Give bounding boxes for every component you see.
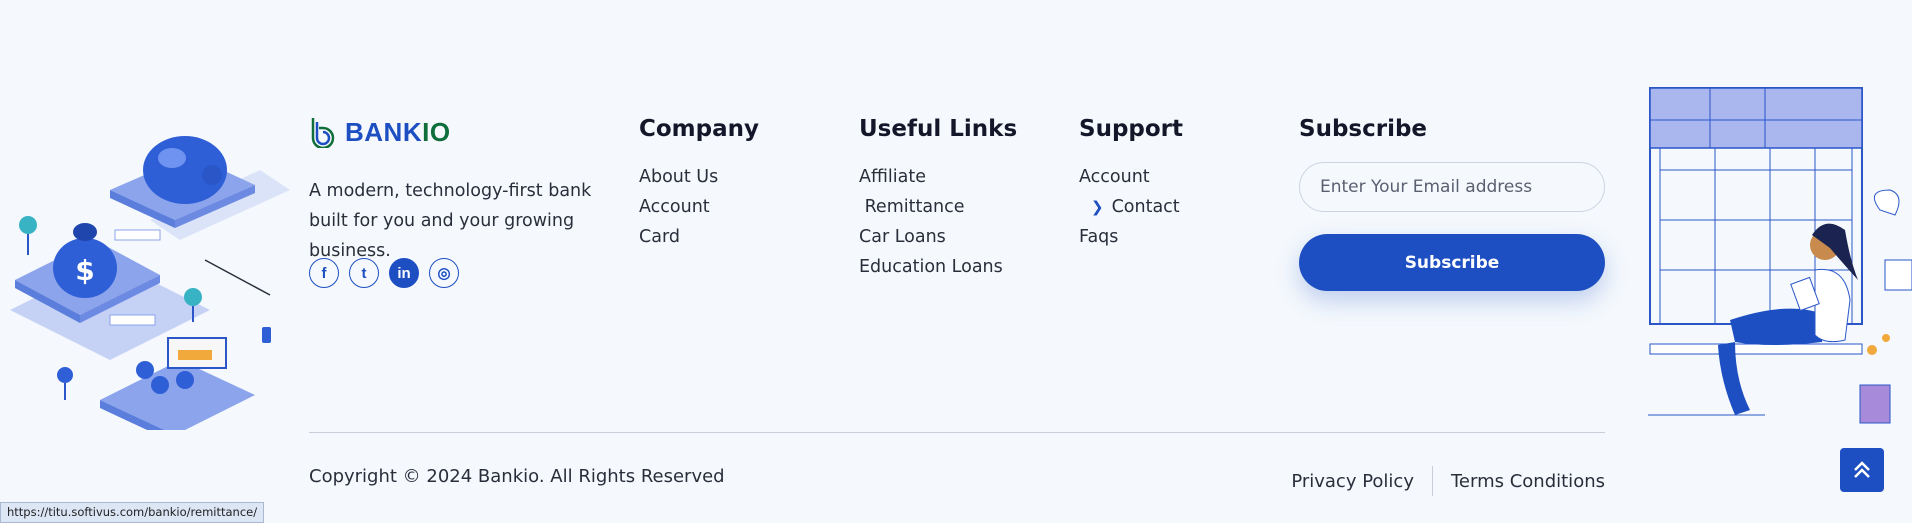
instagram-icon[interactable]: ◎	[429, 258, 459, 288]
company-heading: Company	[639, 116, 759, 142]
twitter-icon[interactable]: t	[349, 258, 379, 288]
footer-link-about-us[interactable]: About Us	[639, 162, 759, 192]
legal-separator	[1431, 466, 1433, 496]
email-input[interactable]	[1299, 162, 1605, 212]
woman-reading-window-illustration	[1648, 87, 1912, 424]
useful-links-column: Useful Links Affiliate Remittance Car Lo…	[859, 116, 1017, 282]
double-chevron-up-icon	[1854, 461, 1870, 478]
footer-link-remittance[interactable]: Remittance	[859, 192, 1017, 222]
footer-link-contact-label: Contact	[1111, 197, 1180, 217]
copyright-text: Copyright © 2024 Bankio. All Rights Rese…	[309, 466, 725, 487]
footer-link-car-loans[interactable]: Car Loans	[859, 222, 1017, 252]
social-links: f t in ◎	[309, 258, 459, 288]
banking-isometric-illustration: $	[10, 136, 290, 430]
legal-links: Privacy Policy Terms Conditions	[1291, 466, 1605, 496]
footer-link-contact[interactable]: ❯ Contact	[1079, 192, 1183, 222]
linkedin-icon[interactable]: in	[389, 258, 419, 288]
company-column: Company About Us Account Card	[639, 116, 759, 252]
svg-text:$: $	[75, 254, 94, 287]
subscribe-column: Subscribe Subscribe	[1299, 116, 1605, 291]
terms-conditions-link[interactable]: Terms Conditions	[1451, 471, 1605, 492]
footer-link-affiliate[interactable]: Affiliate	[859, 162, 1017, 192]
company-description: A modern, technology-first bank built fo…	[309, 181, 592, 261]
footer-link-support-account[interactable]: Account	[1079, 162, 1183, 192]
chevron-right-icon: ❯	[1091, 198, 1104, 216]
scroll-to-top-button[interactable]	[1840, 448, 1884, 492]
support-heading: Support	[1079, 116, 1184, 142]
footer-divider	[309, 432, 1605, 433]
facebook-icon[interactable]: f	[309, 258, 339, 288]
footer-link-faqs[interactable]: Faqs	[1079, 222, 1183, 252]
privacy-policy-link[interactable]: Privacy Policy	[1291, 471, 1414, 492]
browser-status-url: https://titu.softivus.com/bankio/remitta…	[0, 502, 265, 523]
brand-name: BANKIO	[345, 116, 451, 147]
footer-link-account[interactable]: Account	[639, 192, 759, 222]
support-column: Support Account ❯ Contact Faqs	[1079, 116, 1183, 252]
brand-logo-link[interactable]: BANKIO	[309, 116, 451, 148]
subscribe-heading: Subscribe	[1299, 116, 1428, 142]
useful-links-heading: Useful Links	[859, 116, 1018, 142]
footer-link-education-loans[interactable]: Education Loans	[859, 252, 1017, 282]
footer-link-card[interactable]: Card	[639, 222, 759, 252]
bankio-logo-icon	[311, 118, 335, 148]
subscribe-button[interactable]: Subscribe	[1299, 234, 1605, 291]
